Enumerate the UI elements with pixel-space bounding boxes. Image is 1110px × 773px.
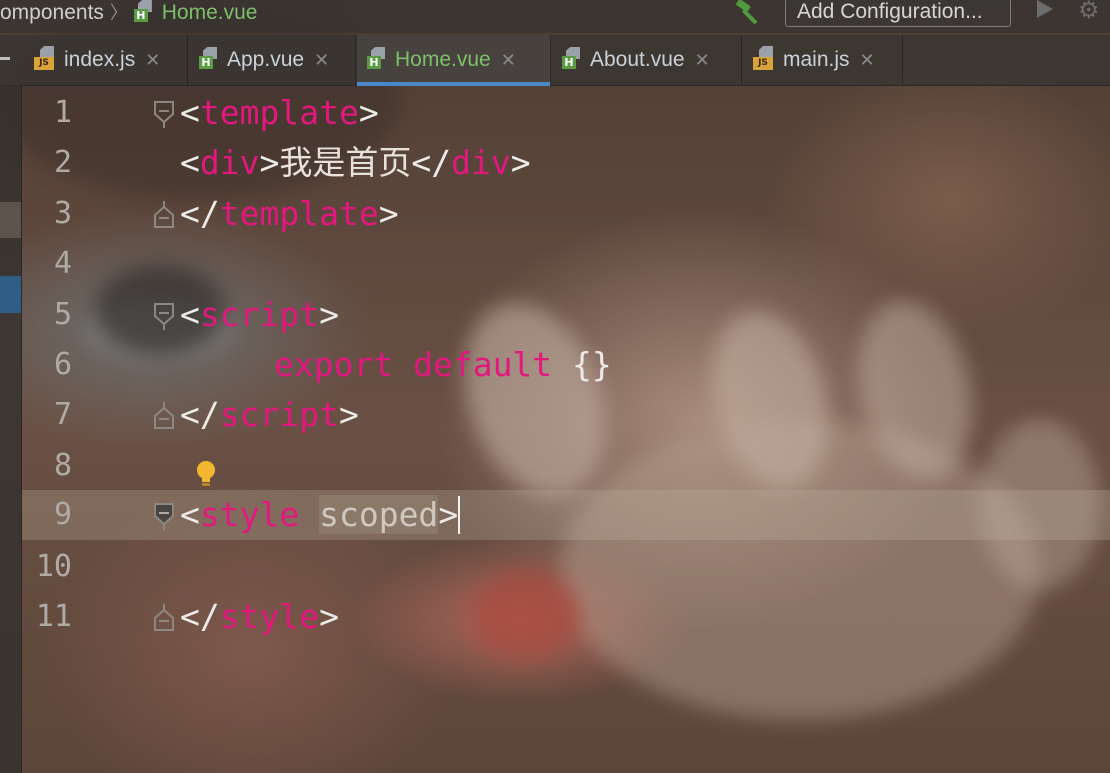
fold-close-icon[interactable]	[153, 604, 175, 632]
code-line: 10	[22, 542, 1110, 592]
close-icon[interactable]: ✕	[501, 50, 516, 70]
code-line: 7 </script>	[22, 390, 1110, 440]
code-editor[interactable]: 1 <template> 2 <div>我是首页</div> 3 </templ…	[22, 85, 1110, 773]
vue-file-icon: H	[367, 47, 389, 69]
fold-open-icon[interactable]	[153, 302, 175, 330]
breadcrumb-separator: 〉	[109, 3, 128, 23]
tab-about-vue[interactable]: H About.vue ✕	[552, 35, 742, 85]
tool-window-button[interactable]	[0, 202, 21, 238]
fold-open-icon[interactable]	[153, 502, 175, 530]
code-line: 5 <script>	[22, 290, 1110, 340]
line-number: 6	[53, 347, 72, 382]
line-number: 4	[53, 246, 72, 281]
js-file-icon: JS	[753, 46, 777, 70]
code-line-current: 9 <style scoped>	[22, 490, 1110, 540]
tab-main-js[interactable]: JS main.js ✕	[743, 35, 903, 85]
line-number: 11	[35, 599, 72, 634]
breadcrumb-parent[interactable]: omponents	[0, 1, 104, 24]
vue-file-icon: H	[133, 0, 156, 22]
code-line: 11 </style>	[22, 592, 1110, 642]
code-line: 4	[22, 239, 1110, 289]
add-configuration-button[interactable]: Add Configuration...	[785, 0, 1011, 27]
code-line: 1 <template>	[22, 88, 1110, 138]
gear-icon[interactable]: ⚙	[1078, 0, 1106, 22]
tab-home-vue[interactable]: H Home.vue ✕	[357, 35, 551, 86]
hammer-icon[interactable]	[733, 0, 763, 24]
code-text: <style scoped>	[180, 495, 461, 534]
tab-index-js[interactable]: JS index.js ✕	[24, 35, 188, 85]
tab-label: About.vue	[590, 48, 685, 71]
line-number: 2	[53, 145, 72, 180]
editor-tab-bar: JS index.js ✕ H App.vue ✕ H Home.vue ✕ H About.…	[0, 35, 1110, 86]
line-number: 5	[53, 297, 72, 332]
breadcrumb-current-file[interactable]: Home.vue	[162, 1, 258, 24]
code-text: </script>	[180, 395, 359, 434]
tab-overflow-indicator[interactable]	[0, 57, 10, 60]
code-line: 2 <div>我是首页</div>	[22, 138, 1110, 188]
tab-label: Home.vue	[395, 48, 491, 71]
code-line: 6 export default {}	[22, 340, 1110, 390]
line-number: 9	[53, 497, 72, 532]
code-text: <div>我是首页</div>	[180, 143, 531, 182]
fold-close-icon[interactable]	[153, 402, 175, 430]
fold-close-icon[interactable]	[153, 201, 175, 229]
code-text: <script>	[180, 295, 339, 334]
tab-label: index.js	[64, 48, 136, 71]
lightbulb-icon[interactable]	[195, 460, 217, 488]
line-number: 7	[53, 397, 72, 432]
play-icon[interactable]	[1037, 0, 1053, 18]
line-number: 8	[53, 448, 72, 483]
line-number: 1	[53, 95, 72, 130]
js-file-icon: JS	[34, 46, 58, 70]
code-text: </template>	[180, 194, 399, 233]
code-line: 3 </template>	[22, 189, 1110, 239]
breadcrumb: omponents 〉 H Home.vue	[0, 0, 257, 24]
close-icon[interactable]: ✕	[145, 50, 160, 70]
code-line: 8	[22, 441, 1110, 491]
close-icon[interactable]: ✕	[860, 50, 875, 70]
vue-file-icon: H	[199, 47, 221, 69]
line-number: 10	[35, 549, 72, 584]
tab-app-vue[interactable]: H App.vue ✕	[189, 35, 356, 85]
tab-label: App.vue	[227, 48, 305, 71]
close-icon[interactable]: ✕	[695, 50, 710, 70]
text-caret	[458, 496, 461, 534]
fold-open-icon[interactable]	[153, 100, 175, 128]
tool-window-button-active[interactable]	[0, 276, 21, 313]
close-icon[interactable]: ✕	[314, 50, 329, 70]
tab-label: main.js	[783, 48, 850, 71]
tool-window-stripe	[0, 85, 22, 773]
navigation-bar: omponents 〉 H Home.vue Add Configuration..…	[0, 0, 1110, 33]
code-text: <template>	[180, 93, 379, 132]
vue-file-icon: H	[562, 47, 584, 69]
code-text: export default {}	[274, 345, 612, 384]
code-text: </style>	[180, 597, 339, 636]
line-number: 3	[53, 196, 72, 231]
